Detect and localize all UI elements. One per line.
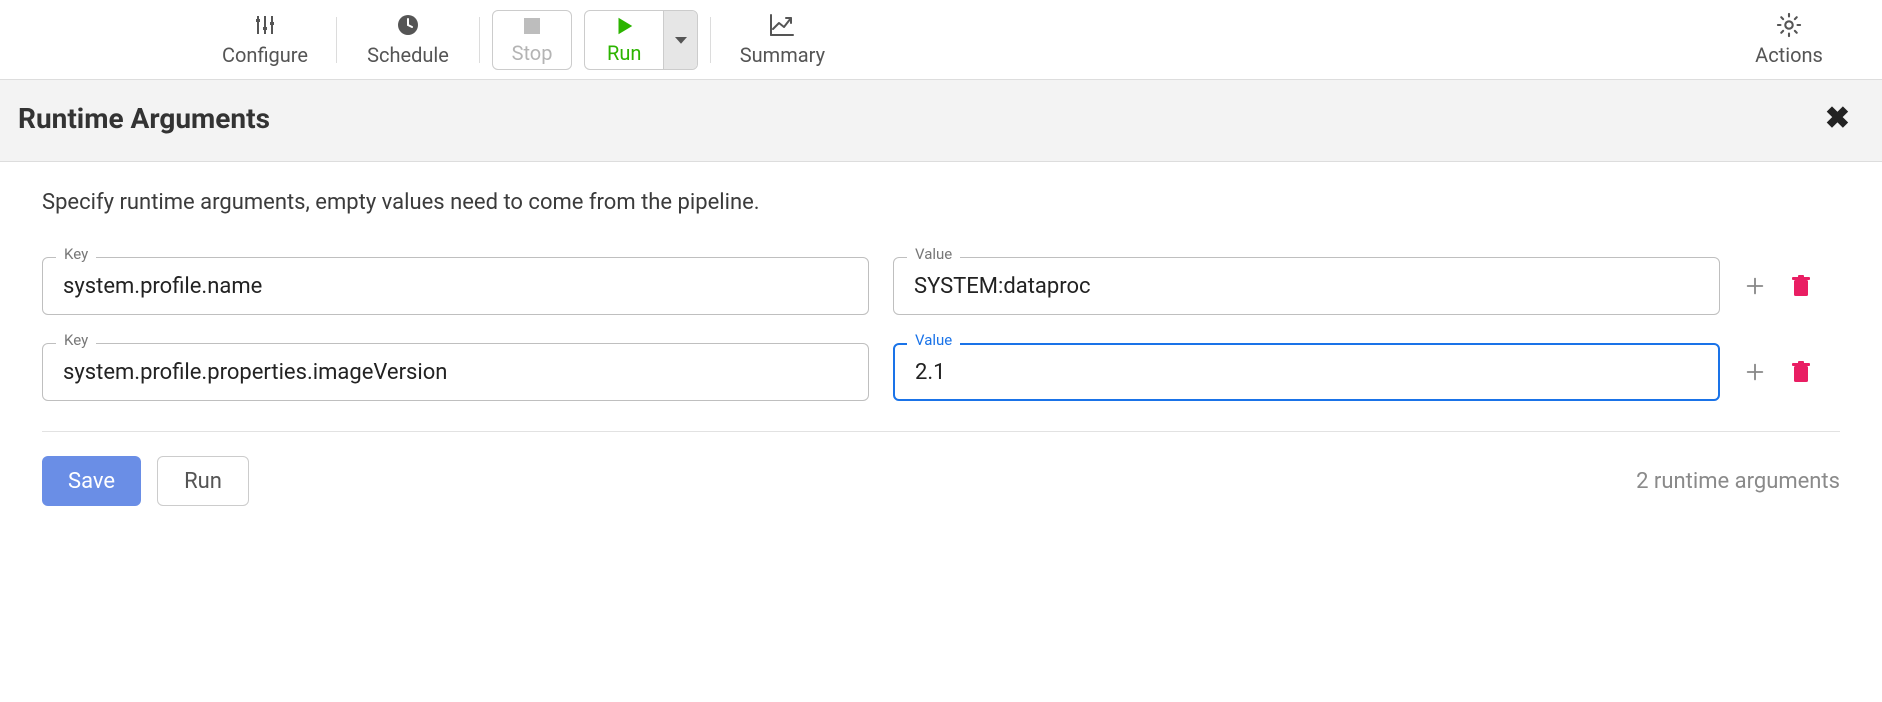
arguments-count-text: 2 runtime arguments [1636, 469, 1840, 494]
run-dropdown-toggle[interactable] [663, 11, 697, 69]
actions-label: Actions [1755, 43, 1823, 67]
panel-divider [42, 431, 1840, 432]
run-button[interactable]: Run [585, 11, 663, 69]
summary-button[interactable]: Summary [717, 0, 847, 79]
configure-label: Configure [222, 43, 308, 67]
toolbar-group-left: Configure Schedule Stop [200, 0, 847, 79]
stop-button: Stop [492, 10, 572, 70]
trash-icon [1792, 275, 1810, 297]
toolbar-separator [710, 17, 711, 63]
key-input[interactable] [42, 343, 869, 401]
footer-buttons: Save Run [42, 456, 249, 506]
value-input[interactable] [893, 343, 1720, 401]
gear-icon [1775, 11, 1803, 39]
key-label: Key [56, 247, 96, 262]
key-field: Key [42, 343, 869, 401]
delete-row-button[interactable] [1792, 361, 1810, 383]
key-field: Key [42, 257, 869, 315]
plus-icon [1744, 275, 1766, 297]
run-label: Run [607, 41, 641, 65]
summary-label: Summary [740, 43, 825, 67]
configure-button[interactable]: Configure [200, 0, 330, 79]
close-icon: ✖ [1825, 101, 1850, 136]
panel-header: Runtime Arguments ✖ [0, 80, 1882, 162]
panel-footer: Save Run 2 runtime arguments [42, 456, 1840, 506]
argument-row: Key Value [42, 257, 1840, 315]
toolbar-separator [479, 17, 480, 63]
argument-row: Key Value [42, 343, 1840, 401]
value-input[interactable] [893, 257, 1720, 315]
arguments-list: Key Value [42, 257, 1840, 401]
key-label: Key [56, 333, 96, 348]
trash-icon [1792, 361, 1810, 383]
run-split-button: Run [584, 10, 698, 70]
clock-icon [396, 11, 420, 39]
schedule-button[interactable]: Schedule [343, 0, 473, 79]
add-row-button[interactable] [1744, 275, 1766, 297]
value-label: Value [907, 247, 960, 262]
actions-button[interactable]: Actions [1724, 0, 1854, 79]
plus-icon [1744, 361, 1766, 383]
panel-title: Runtime Arguments [18, 102, 270, 135]
instruction-text: Specify runtime arguments, empty values … [42, 190, 1840, 215]
sliders-icon [253, 11, 277, 39]
toolbar-spacer [847, 0, 1724, 79]
delete-row-button[interactable] [1792, 275, 1810, 297]
toolbar-separator [336, 17, 337, 63]
chart-line-icon [769, 11, 795, 39]
play-icon [613, 15, 635, 39]
value-field: Value [893, 257, 1720, 315]
close-button[interactable]: ✖ [1817, 104, 1858, 134]
chevron-down-icon [672, 31, 690, 49]
panel-body: Specify runtime arguments, empty values … [0, 162, 1882, 536]
row-actions [1744, 275, 1840, 297]
top-toolbar: Configure Schedule Stop [0, 0, 1882, 80]
add-row-button[interactable] [1744, 361, 1766, 383]
stop-icon [522, 15, 542, 37]
schedule-label: Schedule [367, 43, 449, 67]
footer-run-button[interactable]: Run [157, 456, 249, 506]
stop-label: Stop [512, 41, 553, 65]
value-field: Value [893, 343, 1720, 401]
key-input[interactable] [42, 257, 869, 315]
save-button[interactable]: Save [42, 456, 141, 506]
row-actions [1744, 361, 1840, 383]
value-label: Value [907, 333, 960, 348]
